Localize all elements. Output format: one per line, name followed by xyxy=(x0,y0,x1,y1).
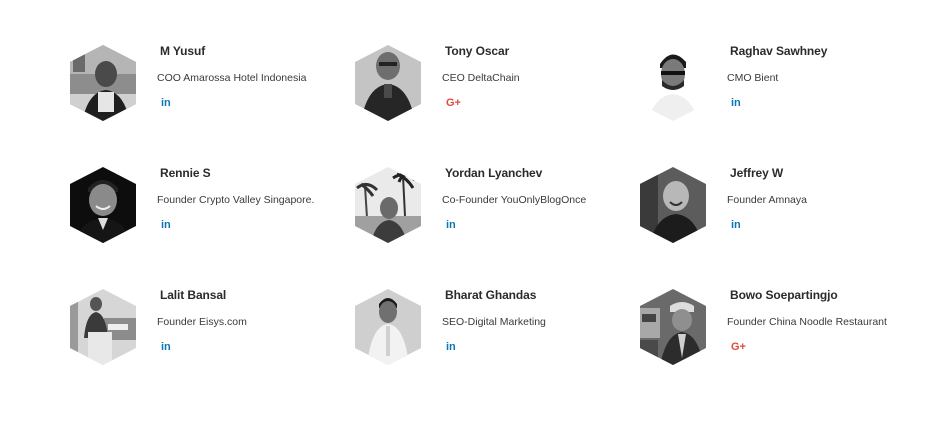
avatar xyxy=(68,44,138,122)
member-role: Founder Amnaya xyxy=(727,194,807,206)
member-name: Raghav Sawhney xyxy=(730,44,828,58)
member-name: Bharat Ghandas xyxy=(445,288,537,302)
team-grid: M Yusuf COO Amarossa Hotel Indonesia in … xyxy=(0,0,941,442)
google-plus-icon[interactable]: G+ xyxy=(446,96,462,110)
google-plus-icon[interactable]: G+ xyxy=(731,340,747,354)
member-role: Founder Crypto Valley Singapore. xyxy=(157,194,315,206)
avatar xyxy=(353,288,423,366)
avatar xyxy=(353,44,423,122)
member-role: Founder Eisys.com xyxy=(157,316,247,328)
team-card: Jeffrey W Founder Amnaya in xyxy=(638,166,908,246)
member-role: CEO DeltaChain xyxy=(442,72,520,84)
linkedin-icon[interactable]: in xyxy=(446,218,462,232)
member-name: Jeffrey W xyxy=(730,166,784,180)
member-role: CMO Bient xyxy=(727,72,779,84)
avatar xyxy=(68,166,138,244)
avatar xyxy=(638,44,708,122)
member-name: Bowo Soepartingjo xyxy=(730,288,838,302)
linkedin-icon[interactable]: in xyxy=(731,218,747,232)
member-role: SEO-Digital Marketing xyxy=(442,316,546,328)
linkedin-icon[interactable]: in xyxy=(446,340,462,354)
team-card: Tony Oscar CEO DeltaChain G+ xyxy=(353,44,623,124)
member-name: Yordan Lyanchev xyxy=(445,166,543,180)
linkedin-icon[interactable]: in xyxy=(161,340,177,354)
member-name: Lalit Bansal xyxy=(160,288,227,302)
member-role: COO Amarossa Hotel Indonesia xyxy=(157,72,307,84)
linkedin-icon[interactable]: in xyxy=(731,96,747,110)
member-role: Co-Founder YouOnlyBlogOnce xyxy=(442,194,587,206)
member-role: Founder China Noodle Restaurant xyxy=(727,316,887,328)
team-card: Raghav Sawhney CMO Bient in xyxy=(638,44,908,124)
member-name: Rennie S xyxy=(160,166,211,180)
member-name: M Yusuf xyxy=(160,44,206,58)
team-card: Bharat Ghandas SEO-Digital Marketing in xyxy=(353,288,623,368)
linkedin-icon[interactable]: in xyxy=(161,96,177,110)
team-card: Bowo Soepartingjo Founder China Noodle R… xyxy=(638,288,908,368)
member-name: Tony Oscar xyxy=(445,44,510,58)
avatar xyxy=(638,166,708,244)
avatar xyxy=(638,288,708,366)
team-card: Yordan Lyanchev Co-Founder YouOnlyBlogOn… xyxy=(353,166,623,246)
team-card: M Yusuf COO Amarossa Hotel Indonesia in xyxy=(68,44,338,124)
team-card: Rennie S Founder Crypto Valley Singapore… xyxy=(68,166,338,246)
team-card: Lalit Bansal Founder Eisys.com in xyxy=(68,288,338,368)
avatar xyxy=(353,166,423,244)
linkedin-icon[interactable]: in xyxy=(161,218,177,232)
avatar xyxy=(68,288,138,366)
